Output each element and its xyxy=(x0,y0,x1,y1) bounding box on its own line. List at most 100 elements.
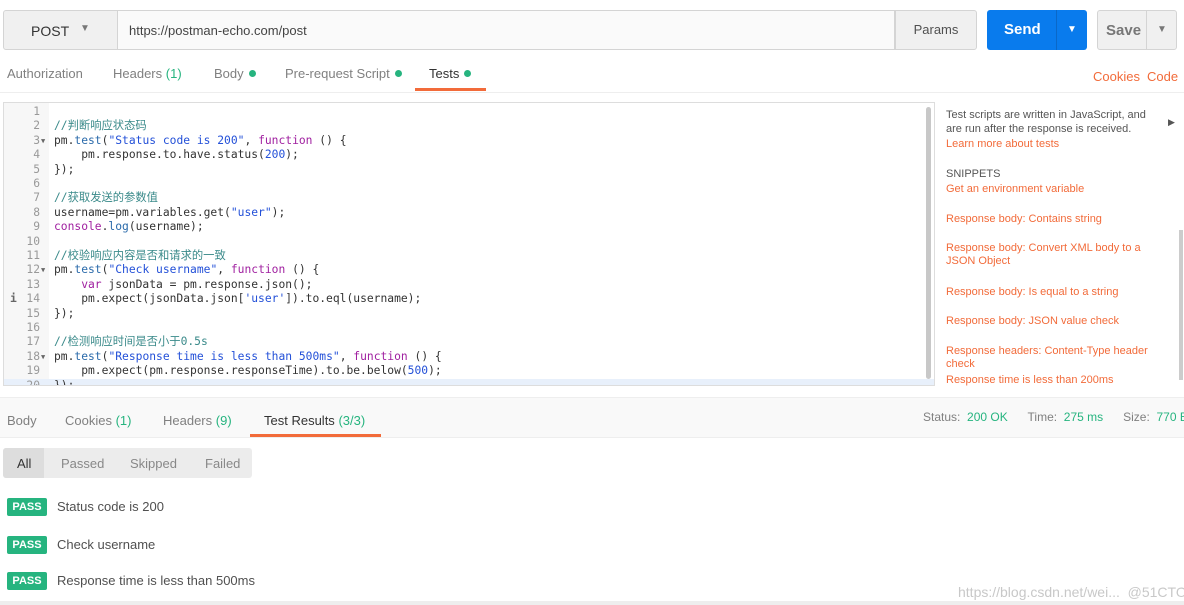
code-token: pm. xyxy=(54,349,75,363)
divider xyxy=(0,92,1184,93)
code-text: }); xyxy=(54,307,74,321)
code-token: () { xyxy=(407,349,442,363)
save-button[interactable]: Save ▼ xyxy=(1097,10,1177,50)
line-number: 15 xyxy=(26,306,40,320)
filter-passed[interactable]: Passed xyxy=(61,456,104,471)
send-label: Send xyxy=(1004,21,1041,38)
tab-count: (1) xyxy=(165,66,182,81)
line-number: 12 xyxy=(26,263,40,277)
tab-pre-request-script[interactable]: Pre-request Script xyxy=(285,66,402,81)
test-result-name: Status code is 200 xyxy=(57,499,164,514)
resp-tab-test-results[interactable]: Test Results (3/3) xyxy=(264,413,365,428)
pass-badge: PASS xyxy=(7,498,47,516)
tab-label: Body xyxy=(214,66,244,81)
code-line: 14 i pm.expect(jsonData.json['user']).to.… xyxy=(4,292,934,306)
line-number: 16 xyxy=(26,321,40,334)
code-line: 19 pm.expect(pm.response.responseTime).t… xyxy=(4,364,934,378)
snippet-link[interactable]: Get an environment variable xyxy=(946,183,1171,196)
code-line: 17 //检测响应时间是否小于0.5s xyxy=(4,335,934,349)
url-input[interactable]: https://postman-echo.com/post xyxy=(118,10,895,50)
code-token: pm. xyxy=(54,133,75,147)
fold-arrow-icon[interactable]: ▼ xyxy=(41,263,45,277)
code-text: pm.expect(jsonData.json['user']).to.eql(… xyxy=(54,292,421,306)
tab-authorization[interactable]: Authorization xyxy=(7,66,83,81)
save-label: Save xyxy=(1106,22,1142,39)
snippet-link[interactable]: Response body: Convert XML body to a JSO… xyxy=(946,242,1171,268)
code-line: 4 pm.response.to.have.status(200); xyxy=(4,148,934,162)
params-label: Params xyxy=(913,22,959,37)
info-icon[interactable]: i xyxy=(10,292,17,306)
code-text: pm.test("Status code is 200", function (… xyxy=(54,134,347,148)
status-dot-icon xyxy=(464,70,472,77)
code-link[interactable]: Code xyxy=(1147,69,1178,84)
pass-badge: PASS xyxy=(7,536,47,554)
tab-body[interactable]: Body xyxy=(214,66,256,81)
code-token: test xyxy=(74,349,102,363)
time-label: Time: xyxy=(1027,410,1058,424)
code-token: var xyxy=(54,277,102,291)
code-line: 18 ▼ pm.test("Response time is less than 5… xyxy=(4,350,934,364)
active-tab-underline xyxy=(415,88,486,91)
response-meta: Status: 200 OK Time: 275 ms Size: 770 B xyxy=(923,410,1184,424)
line-number: 10 xyxy=(26,234,40,248)
line-number: 11 xyxy=(26,249,40,262)
code-token: function xyxy=(353,349,408,363)
line-number: 13 xyxy=(26,277,40,291)
method-select[interactable]: POST ▼ xyxy=(3,10,118,50)
fold-arrow-icon[interactable]: ▼ xyxy=(41,134,45,148)
tab-label: Body xyxy=(7,413,37,428)
code-line: 1 xyxy=(4,105,934,119)
snippets-heading: SNIPPETS xyxy=(946,168,1001,180)
filter-skipped[interactable]: Skipped xyxy=(130,456,177,471)
snippet-link[interactable]: Response body: Contains string xyxy=(946,213,1171,226)
learn-more-link[interactable]: Learn more about tests xyxy=(946,138,1171,151)
code-token: jsonData = pm.response.json(); xyxy=(101,277,313,291)
filter-all[interactable]: All xyxy=(17,456,31,471)
code-text: pm.response.to.have.status(200); xyxy=(54,148,299,162)
watermark: https://blog.csdn.net/wei... @51CTO博客 xyxy=(958,584,1184,600)
resp-tab-body[interactable]: Body xyxy=(7,413,37,428)
code-token: ); xyxy=(271,205,286,219)
send-dropdown-icon[interactable]: ▼ xyxy=(1056,10,1087,50)
code-token: (username); xyxy=(128,220,204,234)
status-label: Status: xyxy=(923,410,961,424)
code-token: "Check username" xyxy=(108,263,218,277)
cookies-link[interactable]: Cookies xyxy=(1093,69,1140,84)
line-number: 4 xyxy=(33,148,40,162)
tab-tests[interactable]: Tests xyxy=(429,66,472,81)
test-result-name: Check username xyxy=(57,537,156,552)
status-dot-icon xyxy=(394,70,402,77)
sidebar-scrollbar[interactable] xyxy=(1179,230,1183,380)
tab-label: Pre-request Script xyxy=(285,66,390,81)
status-value: 200 OK xyxy=(967,410,1008,424)
line-number: 14 xyxy=(26,292,40,306)
code-line: 11 //校验响应内容是否和请求的一致 xyxy=(4,249,934,263)
params-button[interactable]: Params xyxy=(895,10,977,50)
editor-scrollbar[interactable] xyxy=(926,107,931,379)
snippet-link[interactable]: Response time is less than 200ms xyxy=(946,374,1171,387)
resp-tab-headers[interactable]: Headers (9) xyxy=(163,413,232,428)
code-line: 20}); xyxy=(4,378,934,386)
filter-failed[interactable]: Failed xyxy=(205,456,240,471)
fold-arrow-icon[interactable]: ▼ xyxy=(41,350,45,364)
code-token: "Status code is 200" xyxy=(108,133,245,147)
snippet-link[interactable]: Response body: Is equal to a string xyxy=(946,286,1171,299)
test-script-editor[interactable]: 1 2//判断响应状态码 3 ▼ pm.test("Status code is 200… xyxy=(3,102,935,386)
line-number: 18 xyxy=(26,349,40,363)
size-label: Size: xyxy=(1123,410,1150,424)
save-dropdown-icon[interactable]: ▼ xyxy=(1146,11,1177,49)
bottom-scrollbar[interactable] xyxy=(0,601,1184,605)
snippet-link[interactable]: Response body: JSON value check xyxy=(946,315,1171,328)
code-text: pm.expect(pm.response.responseTime).to.b… xyxy=(54,364,441,378)
tab-headers[interactable]: Headers (1) xyxy=(113,66,182,81)
snippet-link[interactable]: Response headers: Content-Type header ch… xyxy=(946,345,1171,371)
expand-arrow-icon[interactable]: ▶ xyxy=(1168,117,1175,128)
send-button[interactable]: Send ▼ xyxy=(987,10,1087,50)
code-token: }); xyxy=(54,378,75,386)
line-number: 6 xyxy=(33,177,40,190)
code-line: 7 //获取发送的参数值 xyxy=(4,191,934,205)
code-token: ); xyxy=(285,148,299,162)
tests-intro: Test scripts are written in JavaScript, … xyxy=(946,109,1146,135)
resp-tab-cookies[interactable]: Cookies (1) xyxy=(65,413,131,428)
code-token: pm.expect(pm.response.responseTime).to.b… xyxy=(54,364,408,378)
